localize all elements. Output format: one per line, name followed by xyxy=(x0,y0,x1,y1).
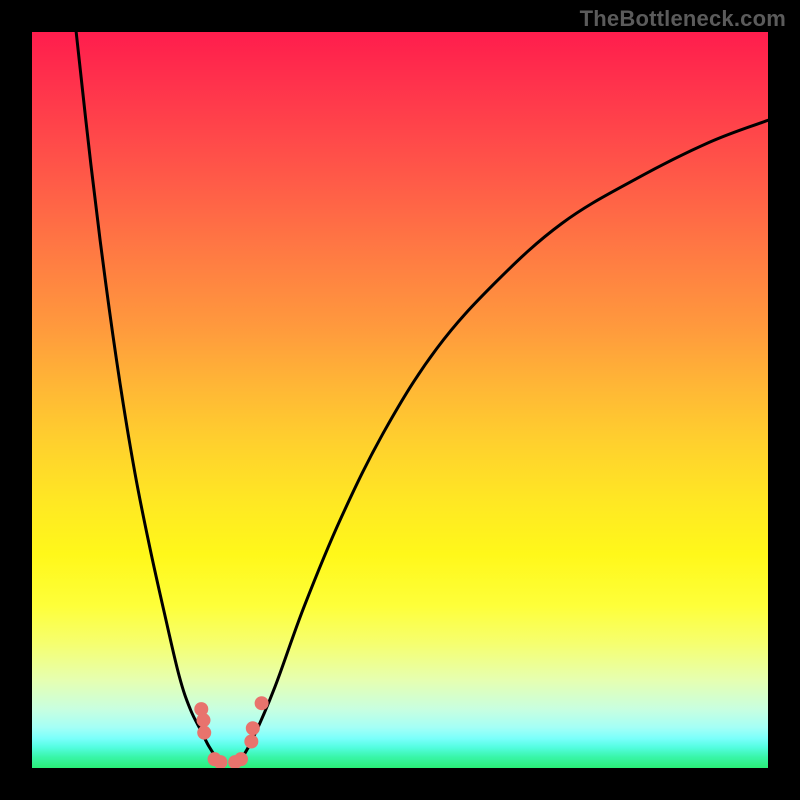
bottleneck-curve xyxy=(32,32,768,768)
data-point xyxy=(246,721,260,735)
curve-left-branch xyxy=(76,32,223,764)
chart-frame: TheBottleneck.com xyxy=(0,0,800,800)
curve-right-branch xyxy=(238,120,768,764)
watermark-text: TheBottleneck.com xyxy=(580,6,786,32)
data-point xyxy=(197,726,211,740)
data-point xyxy=(196,713,210,727)
data-point xyxy=(244,735,258,749)
data-point xyxy=(234,752,248,766)
data-point xyxy=(255,696,269,710)
plot-area xyxy=(32,32,768,768)
